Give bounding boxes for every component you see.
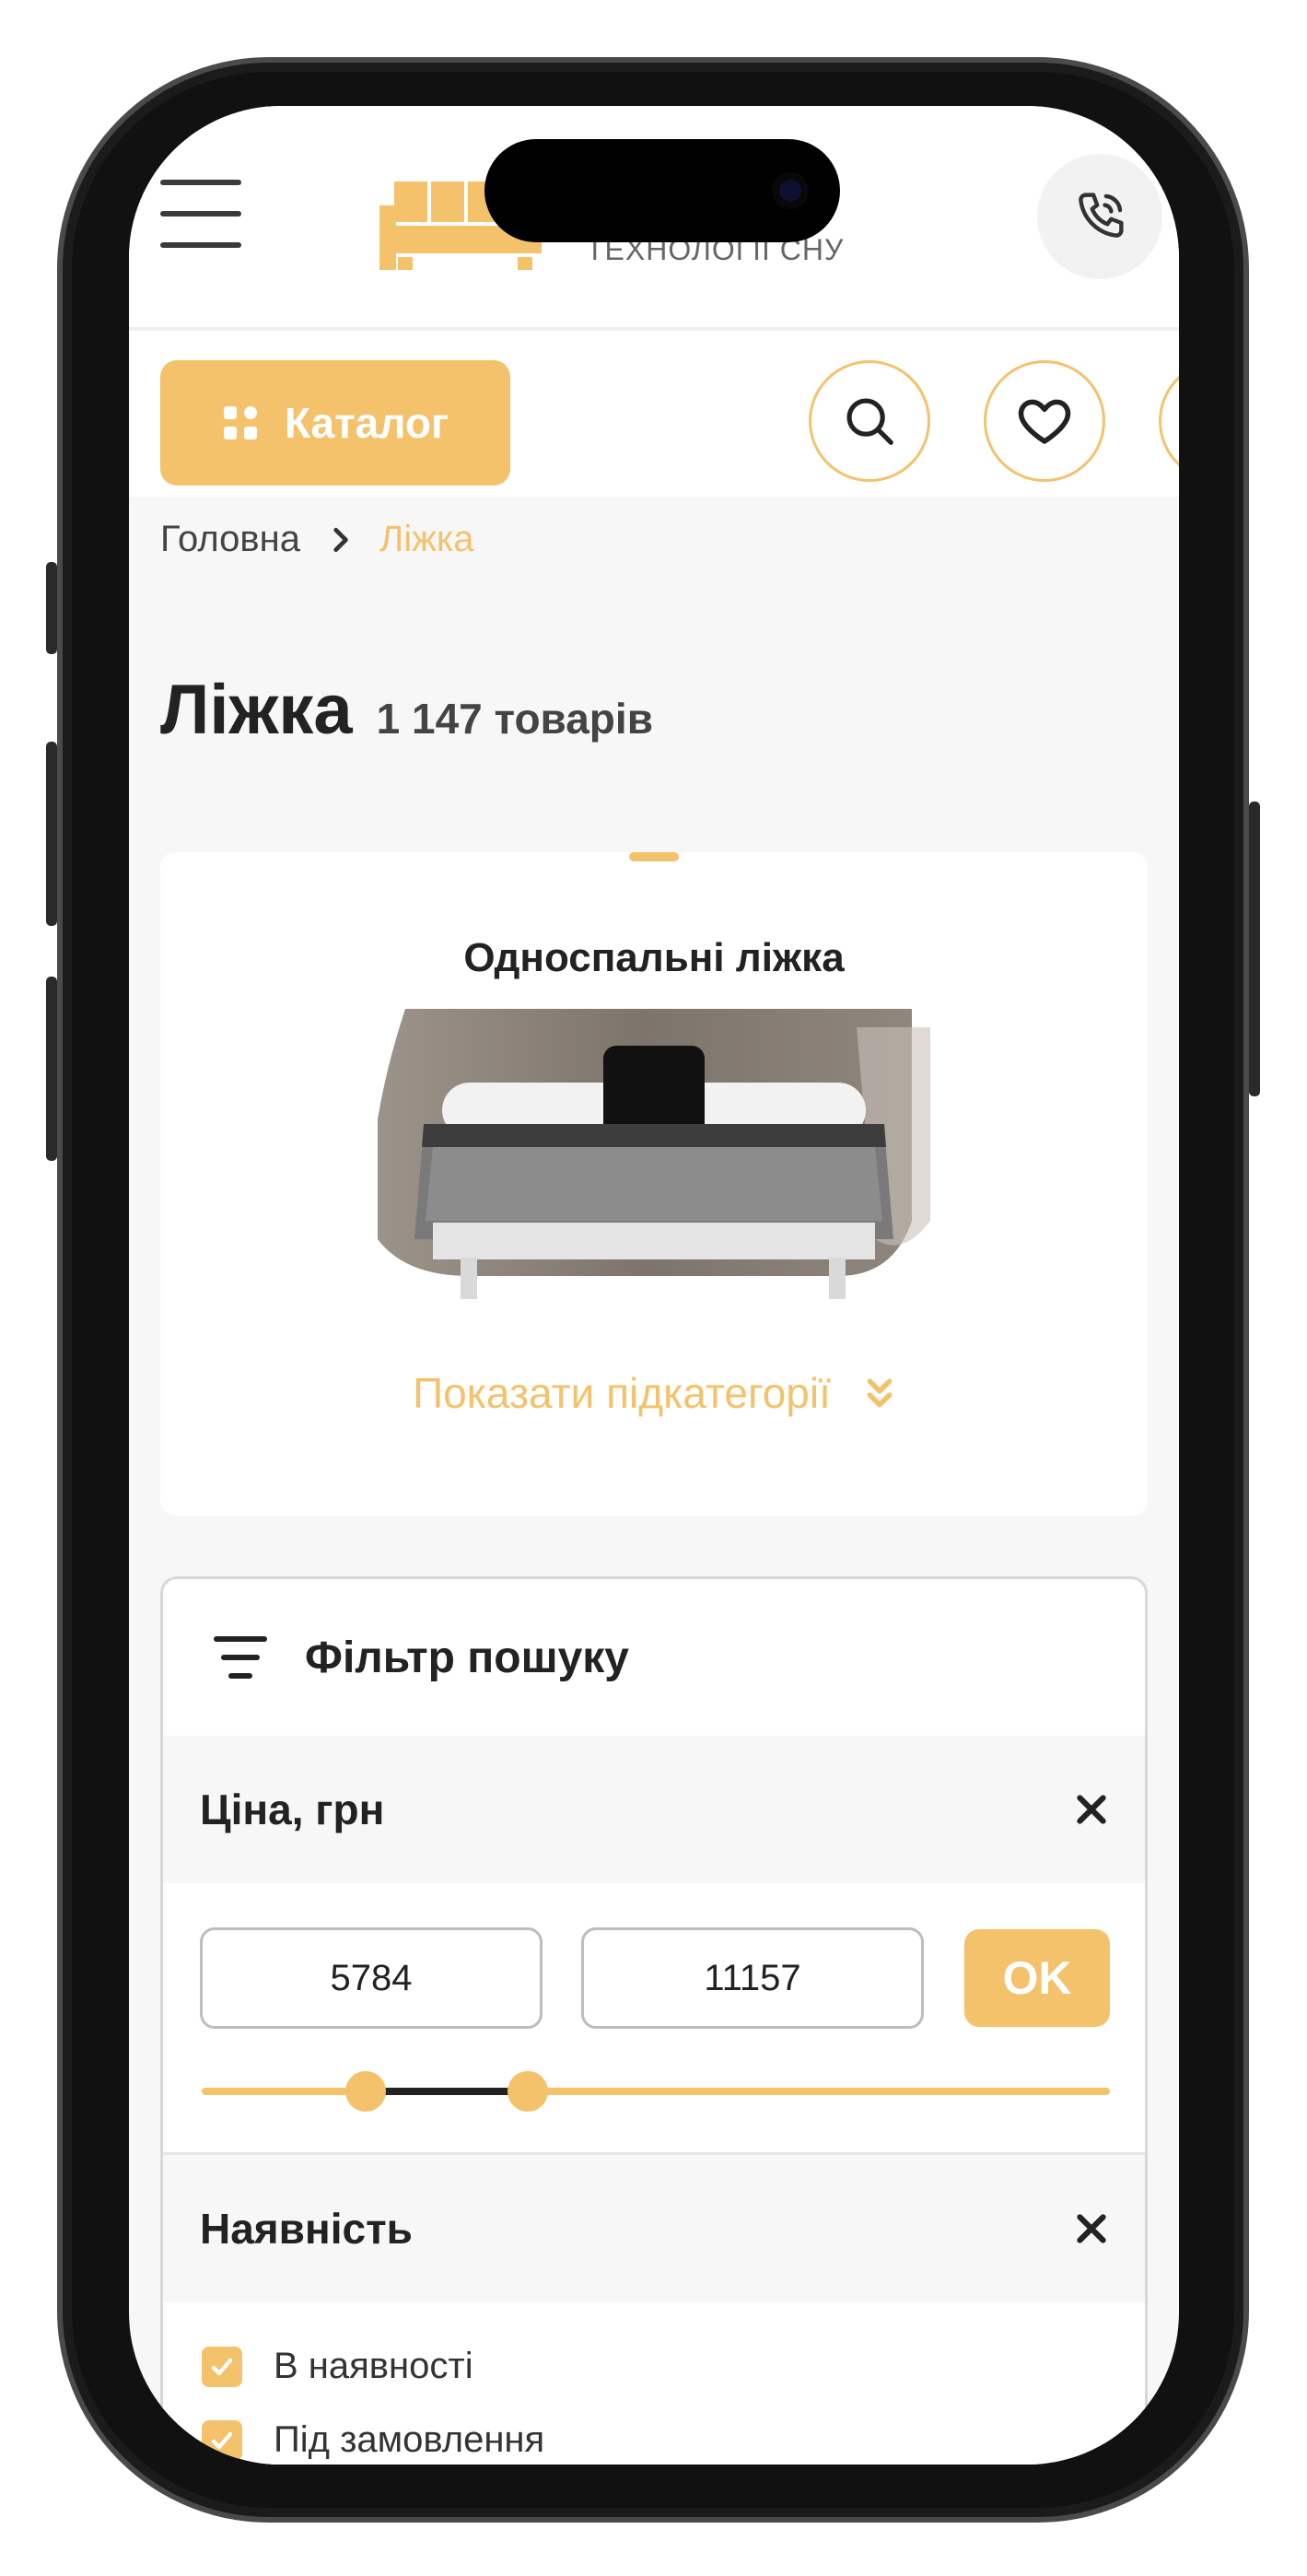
check-icon: [211, 2358, 233, 2375]
filter-lines-icon: [214, 1636, 267, 1679]
subcategory-card[interactable]: Односпальні ліжка Показати підкатегорії: [160, 852, 1148, 1516]
search-button[interactable]: [809, 360, 930, 482]
checkbox[interactable]: [202, 2346, 242, 2387]
breadcrumb-home[interactable]: Головна: [160, 519, 300, 560]
heart-icon: [1018, 399, 1071, 444]
mute-switch: [46, 562, 57, 654]
show-subcategories-link[interactable]: Показати підкатегорії: [160, 1368, 1148, 1418]
catalog-label: Каталог: [284, 399, 449, 447]
camera: [772, 172, 809, 209]
volume-down-button: [46, 977, 57, 1161]
price-section-header[interactable]: Ціна, грн: [163, 1736, 1145, 1883]
price-section-title: Ціна, грн: [200, 1786, 385, 1833]
cart-button[interactable]: [1159, 360, 1179, 482]
price-min-input[interactable]: [200, 1927, 543, 2029]
check-icon: [211, 2431, 233, 2449]
power-button: [1249, 802, 1260, 1096]
price-slider-range: [366, 2088, 528, 2095]
breadcrumb: Головна Ліжка: [160, 519, 474, 560]
checkbox-label: Під замовлення: [274, 2419, 545, 2460]
availability-option-on-order[interactable]: Під замовлення: [202, 2419, 544, 2461]
filter-header[interactable]: Фільтр пошуку: [163, 1579, 1145, 1739]
show-subcategories-label: Показати підкатегорії: [413, 1369, 831, 1417]
menu-icon[interactable]: [160, 180, 243, 248]
availability-section-header[interactable]: Наявність: [163, 2155, 1145, 2302]
price-slider-max-handle[interactable]: [508, 2071, 548, 2112]
page-heading: Ліжка 1 147 товарів: [160, 670, 653, 750]
volume-up-button: [46, 742, 57, 926]
product-count: 1 147 товарів: [376, 695, 653, 743]
action-toolbar: Каталог: [129, 331, 1179, 497]
search-filter-panel: Фільтр пошуку Ціна, грн OK Наявність В: [160, 1576, 1148, 2465]
price-slider-track[interactable]: [202, 2088, 1110, 2095]
close-icon[interactable]: [1075, 2212, 1108, 2245]
favorites-button[interactable]: [984, 360, 1105, 482]
grid-icon: [223, 406, 257, 439]
catalog-button[interactable]: Каталог: [160, 360, 510, 486]
checkbox[interactable]: [202, 2419, 242, 2461]
search-icon: [846, 398, 893, 445]
single-bed-image[interactable]: [378, 1009, 930, 1304]
page-title: Ліжка: [160, 671, 353, 749]
phone-button[interactable]: [1037, 154, 1162, 279]
breadcrumb-current: Ліжка: [379, 519, 474, 559]
availability-option-in-stock[interactable]: В наявності: [202, 2346, 473, 2387]
screen: ТО ТЕХНОЛОГІЇ СНУ Каталог: [129, 106, 1179, 2465]
filter-title: Фільтр пошуку: [305, 1633, 629, 1682]
phone-icon: [1079, 193, 1124, 238]
dynamic-island: [484, 139, 840, 242]
carousel-indicator: [629, 852, 679, 861]
availability-section-title: Наявність: [200, 2205, 413, 2253]
close-icon[interactable]: [1075, 1793, 1108, 1826]
subcategory-title[interactable]: Односпальні ліжка: [160, 935, 1148, 981]
price-max-input[interactable]: [581, 1927, 924, 2029]
price-slider-min-handle[interactable]: [345, 2071, 386, 2112]
chevron-double-down-icon: [867, 1378, 893, 1408]
checkbox-label: В наявності: [274, 2346, 473, 2386]
chevron-right-icon: [333, 527, 348, 552]
price-ok-button[interactable]: OK: [964, 1929, 1110, 2027]
